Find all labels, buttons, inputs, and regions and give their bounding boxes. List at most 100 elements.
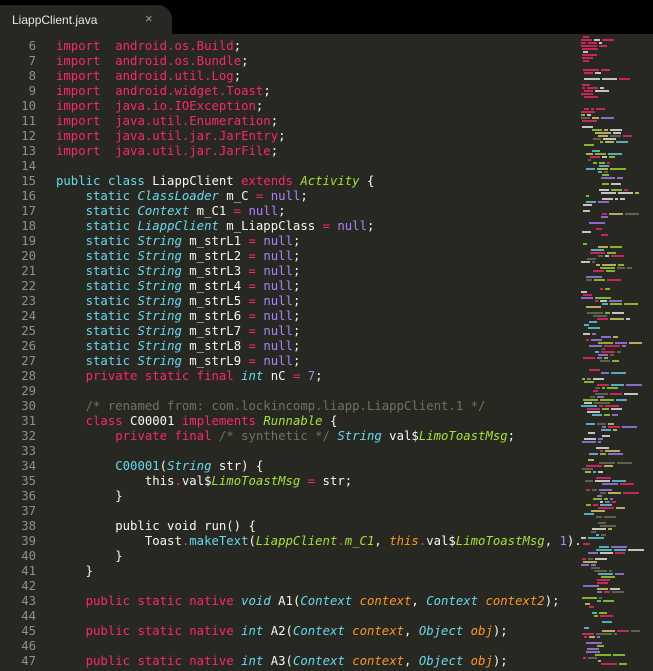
minimap-line bbox=[600, 453, 606, 455]
minimap-line bbox=[586, 276, 602, 278]
minimap-line bbox=[582, 633, 594, 635]
minimap-line bbox=[615, 552, 625, 554]
minimap-line bbox=[597, 579, 610, 581]
minimap-line bbox=[586, 489, 590, 491]
code-text: static String m_strL1 = null; bbox=[56, 234, 301, 249]
code-token: context2 bbox=[485, 594, 545, 608]
minimap-line bbox=[602, 348, 605, 350]
minimap-line bbox=[617, 462, 632, 464]
code-editor[interactable]: 6 import android.os.Build; 7 import android… bbox=[0, 34, 579, 671]
code-line: 30 /* renamed from: com.lockincomp.liapp… bbox=[0, 399, 485, 414]
code-token: LiappClient bbox=[255, 534, 338, 548]
minimap-line bbox=[598, 354, 608, 356]
minimap-line bbox=[592, 612, 597, 614]
minimap-line bbox=[584, 108, 589, 110]
code-text: static String m_strL4 = null; bbox=[56, 279, 301, 294]
minimap-line bbox=[600, 501, 603, 503]
minimap-line bbox=[602, 174, 609, 176]
minimap-line bbox=[599, 189, 609, 191]
line-number: 20 bbox=[21, 249, 36, 263]
code-line: 35 this.val$LimoToastMsg = str; bbox=[0, 474, 352, 489]
tab-bar: LiappClient.java × bbox=[0, 0, 653, 34]
minimap-line bbox=[582, 57, 593, 59]
minimap-line bbox=[601, 177, 615, 179]
minimap-line bbox=[601, 216, 608, 218]
code-token: null bbox=[337, 219, 367, 233]
file-tab[interactable]: LiappClient.java × bbox=[0, 5, 172, 34]
minimap-line bbox=[612, 591, 624, 593]
code-token: = bbox=[233, 204, 242, 218]
minimap-line bbox=[605, 501, 610, 503]
minimap-line bbox=[601, 69, 610, 71]
minimap-line bbox=[584, 402, 592, 404]
code-token: Toast bbox=[56, 534, 182, 548]
code-text: } bbox=[56, 549, 122, 564]
minimap-line bbox=[616, 141, 628, 143]
minimap-line bbox=[615, 342, 627, 344]
minimap-line bbox=[617, 351, 621, 353]
minimap-line bbox=[613, 429, 617, 431]
code-token: Context bbox=[300, 594, 353, 608]
line-number: 18 bbox=[21, 219, 36, 233]
code-line: 10 import java.io.IOException; bbox=[0, 99, 263, 114]
code-line: 36 } bbox=[0, 489, 122, 504]
minimap-line bbox=[588, 432, 595, 434]
minimap-line bbox=[583, 357, 595, 359]
minimap-line bbox=[593, 504, 598, 506]
code-line: 19 static String m_strL1 = null; bbox=[0, 234, 300, 249]
code-line: 37 bbox=[0, 504, 36, 519]
minimap[interactable] bbox=[579, 34, 653, 671]
code-line: 32 private final /* synthetic */ String … bbox=[0, 429, 515, 444]
minimap-line bbox=[589, 606, 594, 608]
code-line: 42 bbox=[0, 579, 36, 594]
minimap-line bbox=[605, 450, 620, 452]
code-line: 9 import android.widget.Toast; bbox=[0, 84, 271, 99]
code-line: 41 } bbox=[0, 564, 93, 579]
minimap-line bbox=[600, 615, 613, 617]
code-token: android.os.Bundle bbox=[115, 54, 242, 68]
close-icon[interactable]: × bbox=[145, 11, 153, 26]
code-token: = bbox=[248, 234, 256, 248]
code-token: m_C bbox=[218, 189, 256, 203]
minimap-line bbox=[583, 294, 592, 296]
minimap-line bbox=[598, 660, 601, 662]
minimap-line bbox=[581, 261, 590, 263]
line-number: 6 bbox=[28, 39, 36, 53]
code-token: m_C1 bbox=[189, 204, 234, 218]
line-number: 35 bbox=[21, 474, 36, 488]
minimap-line bbox=[597, 495, 602, 497]
code-token: = bbox=[248, 279, 256, 293]
minimap-line bbox=[598, 438, 603, 440]
code-token: ; bbox=[241, 54, 249, 68]
minimap-line bbox=[614, 633, 617, 635]
code-text: this.val$LimoToastMsg = str; bbox=[56, 474, 352, 489]
code-token: ; bbox=[300, 189, 308, 203]
code-token: Object bbox=[418, 624, 464, 638]
minimap-line bbox=[597, 588, 608, 590]
line-number: 25 bbox=[21, 324, 36, 338]
minimap-line bbox=[595, 297, 611, 299]
minimap-line bbox=[611, 183, 621, 185]
minimap-line bbox=[597, 168, 608, 170]
minimap-line bbox=[594, 279, 605, 281]
minimap-line bbox=[610, 135, 621, 137]
minimap-line bbox=[604, 516, 616, 518]
line-number: 9 bbox=[28, 84, 36, 98]
code-token: public static native bbox=[85, 654, 234, 668]
minimap-line bbox=[610, 168, 626, 170]
minimap-line bbox=[595, 393, 608, 395]
code-text: public void run() { bbox=[56, 519, 256, 534]
minimap-line bbox=[591, 249, 604, 251]
code-token: } bbox=[56, 564, 94, 578]
minimap-line bbox=[608, 153, 622, 155]
code-text: /* renamed from: com.lockincomp.liapp.Li… bbox=[56, 399, 486, 414]
minimap-line bbox=[607, 252, 616, 254]
minimap-line bbox=[583, 204, 592, 206]
code-line: 16 static ClassLoader m_C = null; bbox=[0, 189, 308, 204]
